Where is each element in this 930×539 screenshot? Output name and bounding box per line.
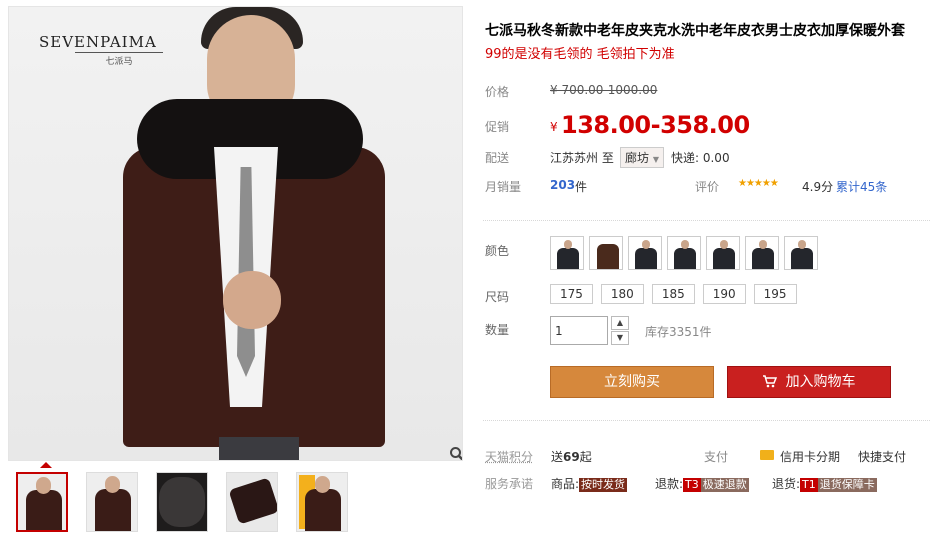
color-swatch[interactable] (667, 236, 701, 270)
color-options (550, 236, 818, 270)
destination-value: 廊坊 (625, 151, 650, 165)
color-swatch[interactable] (745, 236, 779, 270)
divider (483, 420, 930, 421)
sales-unit: 件 (575, 180, 588, 194)
color-swatch[interactable] (628, 236, 662, 270)
thumbnail-strip (16, 472, 348, 532)
return-guarantee-badge: 退货保障卡 (817, 478, 877, 492)
on-time-ship-badge: 按时发货 (579, 478, 628, 492)
thumbnail-sleeve-detail[interactable] (226, 472, 278, 532)
destination-select[interactable]: 廊坊 ▼ (620, 147, 664, 168)
color-swatch[interactable] (706, 236, 740, 270)
quantity-label: 数量 (485, 323, 510, 337)
chevron-down-icon: ▼ (652, 155, 659, 164)
product-title: 七派马秋冬新款中老年皮夹克水洗中老年皮衣男士皮衣加厚保暖外套 (485, 23, 905, 39)
points-value: 送69起 (551, 450, 592, 464)
add-to-cart-label: 加入购物车 (785, 374, 856, 390)
color-swatch[interactable] (784, 236, 818, 270)
thumbnail-fur-collar[interactable] (156, 472, 208, 532)
shipping-fee: 快递: 0.00 (671, 151, 730, 165)
chevron-up-icon: ▲ (616, 318, 624, 327)
model-pants (219, 437, 299, 460)
service-goods[interactable]: 商品: 按时发货 (551, 475, 628, 492)
buy-now-button[interactable]: 立刻购买 (550, 366, 714, 398)
rating-score: 4.9分 (802, 180, 834, 194)
list-price-label: 价格 (485, 85, 510, 99)
size-option-180[interactable]: 180 (600, 284, 644, 304)
promo-price-label: 促销 (485, 120, 510, 134)
color-swatch[interactable] (589, 236, 623, 270)
color-swatch[interactable] (550, 236, 584, 270)
thumbnail-front-model[interactable] (16, 472, 68, 532)
main-product-image[interactable]: SEVENPAIMA 七派马 (8, 6, 463, 461)
return-code-badge: T1 (800, 478, 818, 492)
thumbnail-front-model-alt[interactable] (86, 472, 138, 532)
payment-label: 支付 (704, 450, 729, 464)
sales-label: 月销量 (485, 180, 522, 194)
credit-card-icon (760, 450, 774, 460)
quick-pay[interactable]: 快捷支付 (858, 448, 906, 465)
product-subtitle: 99的是没有毛领的 毛领拍下为准 (485, 47, 675, 62)
currency-symbol: ¥ (550, 120, 558, 134)
color-label: 颜色 (485, 244, 510, 258)
fast-refund-badge: 极速退款 (700, 478, 749, 492)
credit-installment[interactable]: 信用卡分期 (780, 448, 840, 465)
rating-label: 评价 (695, 180, 720, 194)
review-count-link[interactable]: 累计45条 (836, 178, 887, 195)
service-refund[interactable]: 退款: T3 极速退款 (655, 475, 749, 492)
cart-icon (762, 375, 781, 390)
size-option-190[interactable]: 190 (702, 284, 746, 304)
rating-stars-icon: ★★★★★ (738, 178, 779, 189)
size-option-175[interactable]: 175 (550, 284, 593, 304)
size-option-185[interactable]: 185 (651, 284, 695, 304)
list-price: ¥ 700.00-1000.00 (550, 83, 658, 97)
quantity-decrease-button[interactable]: ▼ (611, 331, 629, 345)
price-panel: 价格 ¥ 700.00-1000.00 促销 ¥ 138.00-358.00 配… (483, 73, 925, 210)
brand-logo: SEVENPAIMA (39, 33, 157, 51)
promo-price: 138.00-358.00 (561, 111, 750, 139)
refund-code-badge: T3 (683, 478, 701, 492)
service-label: 服务承诺 (485, 477, 534, 491)
brand-sub: 七派马 (75, 52, 163, 67)
service-return[interactable]: 退货: T1 退货保障卡 (772, 475, 877, 492)
sales-count: 203 (550, 178, 576, 192)
thumbnail-promo[interactable] (296, 472, 348, 532)
ship-from: 江苏苏州 至 (550, 151, 614, 165)
size-option-195[interactable]: 195 (753, 284, 797, 304)
buy-now-label: 立刻购买 (604, 374, 660, 390)
divider (483, 220, 930, 221)
thumbnail-active-marker (40, 462, 52, 468)
size-options: 175 180 185 190 195 (550, 284, 797, 304)
size-label: 尺码 (485, 290, 510, 304)
magnifier-icon[interactable] (447, 446, 462, 460)
quantity-increase-button[interactable]: ▲ (611, 316, 629, 330)
shipping-label: 配送 (485, 151, 510, 165)
chevron-down-icon: ▼ (616, 333, 624, 342)
stock-count: 库存3351件 (645, 325, 712, 339)
model-hand (223, 271, 281, 329)
points-label[interactable]: 天猫积分 (485, 448, 533, 465)
add-to-cart-button[interactable]: 加入购物车 (727, 366, 891, 398)
quantity-input[interactable] (550, 316, 608, 345)
